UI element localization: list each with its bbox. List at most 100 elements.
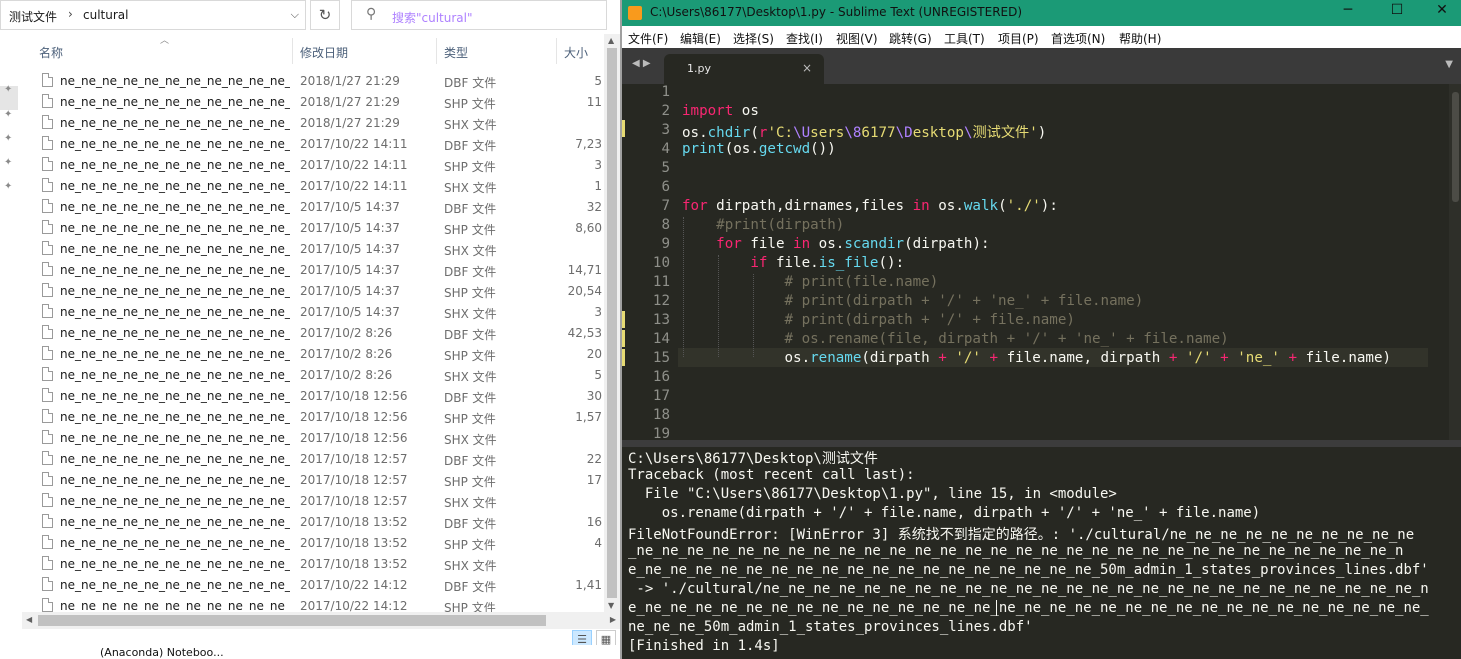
file-type: SHP 文件 <box>444 538 496 552</box>
maximize-icon[interactable]: ☐ <box>1387 2 1407 18</box>
column-divider[interactable] <box>436 38 437 64</box>
scrollbar-thumb[interactable] <box>607 48 617 598</box>
file-icon <box>42 157 53 171</box>
file-date: 2017/10/5 14:37 <box>300 242 400 256</box>
scroll-down-icon[interactable]: ▼ <box>608 601 614 610</box>
file-size: 5 <box>594 74 602 88</box>
table-row[interactable]: ne_ne_ne_ne_ne_ne_ne_ne_ne_ne_ne_ne_n...… <box>0 238 604 259</box>
table-row[interactable]: ne_ne_ne_ne_ne_ne_ne_ne_ne_ne_ne_ne_n...… <box>0 448 604 469</box>
tab-nav-arrows-icon[interactable]: ◀ ▶ <box>632 58 651 69</box>
table-row[interactable]: ne_ne_ne_ne_ne_ne_ne_ne_ne_ne_ne_ne_n...… <box>0 469 604 490</box>
menu-selection[interactable]: 选择(S) <box>733 30 774 47</box>
table-row[interactable]: ne_ne_ne_ne_ne_ne_ne_ne_ne_ne_ne_ne_n...… <box>0 112 604 133</box>
file-name: ne_ne_ne_ne_ne_ne_ne_ne_ne_ne_ne_ne_n... <box>60 431 290 445</box>
panel-separator[interactable] <box>622 440 1461 447</box>
file-type: DBF 文件 <box>444 202 497 216</box>
taskbar-item-label[interactable]: (Anaconda) Noteboo... <box>100 646 224 659</box>
breadcrumb-current[interactable]: cultural <box>83 8 128 22</box>
scroll-right-icon[interactable]: ▶ <box>610 615 616 624</box>
table-row[interactable]: ne_ne_ne_ne_ne_ne_ne_ne_ne_ne_ne_ne_n...… <box>0 322 604 343</box>
file-size: 16 <box>586 515 602 529</box>
table-row[interactable]: ne_ne_ne_ne_ne_ne_ne_ne_ne_ne_ne_ne_n...… <box>0 175 604 196</box>
code-line: import os <box>682 103 759 119</box>
table-row[interactable]: ne_ne_ne_ne_ne_ne_ne_ne_ne_ne_ne_ne_n...… <box>0 217 604 238</box>
table-row[interactable]: ne_ne_ne_ne_ne_ne_ne_ne_ne_ne_ne_ne_n...… <box>0 511 604 532</box>
file-name: ne_ne_ne_ne_ne_ne_ne_ne_ne_ne_ne_ne_n... <box>60 116 290 130</box>
file-name: ne_ne_ne_ne_ne_ne_ne_ne_ne_ne_ne_ne_n... <box>60 536 290 550</box>
table-row[interactable]: ne_ne_ne_ne_ne_ne_ne_ne_ne_ne_ne_ne_n...… <box>0 133 604 154</box>
scroll-left-icon[interactable]: ◀ <box>26 615 32 624</box>
file-type: SHX 文件 <box>444 496 497 510</box>
table-row[interactable]: ne_ne_ne_ne_ne_ne_ne_ne_ne_ne_ne_ne_n...… <box>0 196 604 217</box>
column-size-header[interactable]: 大小 <box>564 44 588 61</box>
menu-goto[interactable]: 跳转(G) <box>889 30 932 47</box>
close-tab-icon[interactable]: × <box>802 61 812 75</box>
line-number: 6 <box>661 179 670 195</box>
scrollbar-thumb[interactable] <box>38 615 546 626</box>
breadcrumb-parent[interactable]: 测试文件 <box>9 8 57 25</box>
horizontal-scrollbar[interactable]: ◀ ▶ <box>22 612 620 629</box>
menu-preferences[interactable]: 首选项(N) <box>1051 30 1105 47</box>
menu-file[interactable]: 文件(F) <box>628 30 668 47</box>
tab-bar: ◀ ▶ 1.py × ▼ <box>622 48 1461 84</box>
scrollbar-thumb[interactable] <box>1452 92 1459 202</box>
refresh-button[interactable]: ↻ <box>310 0 340 30</box>
chevron-down-icon[interactable]: ⌵ <box>291 8 299 22</box>
scroll-up-icon[interactable]: ▲ <box>608 36 614 45</box>
column-divider[interactable] <box>556 38 557 64</box>
menu-find[interactable]: 查找(I) <box>786 30 823 47</box>
search-placeholder: 搜索"cultural" <box>392 11 473 25</box>
sublime-logo-icon <box>628 6 642 20</box>
column-name-header[interactable]: 名称 <box>39 44 63 61</box>
table-row[interactable]: ne_ne_ne_ne_ne_ne_ne_ne_ne_ne_ne_ne_n...… <box>0 427 604 448</box>
column-type-header[interactable]: 类型 <box>444 44 468 61</box>
menu-project[interactable]: 项目(P) <box>998 30 1039 47</box>
table-row[interactable]: ne_ne_ne_ne_ne_ne_ne_ne_ne_ne_ne_ne_n...… <box>0 364 604 385</box>
table-row[interactable]: ne_ne_ne_ne_ne_ne_ne_ne_ne_ne_ne_ne_n...… <box>0 385 604 406</box>
column-date-header[interactable]: 修改日期 <box>300 44 348 61</box>
file-name: ne_ne_ne_ne_ne_ne_ne_ne_ne_ne_ne_ne_n... <box>60 305 290 319</box>
table-row[interactable]: ne_ne_ne_ne_ne_ne_ne_ne_ne_ne_ne_ne_n...… <box>0 280 604 301</box>
file-type: SHX 文件 <box>444 370 497 384</box>
table-row[interactable]: ne_ne_ne_ne_ne_ne_ne_ne_ne_ne_ne_ne_n...… <box>0 259 604 280</box>
build-output-panel[interactable]: C:\Users\86177\Desktop\测试文件 Traceback (mo… <box>622 447 1461 659</box>
tab-list-dropdown-icon[interactable]: ▼ <box>1445 59 1453 70</box>
menu-help[interactable]: 帮助(H) <box>1119 30 1161 47</box>
modified-line-marker <box>622 330 625 347</box>
menu-edit[interactable]: 编辑(E) <box>680 30 721 47</box>
vertical-scrollbar[interactable]: ▲ ▼ <box>604 34 620 612</box>
title-bar[interactable]: C:\Users\86177\Desktop\1.py - Sublime Te… <box>622 0 1461 26</box>
table-row[interactable]: ne_ne_ne_ne_ne_ne_ne_ne_ne_ne_ne_ne_n...… <box>0 70 604 91</box>
menu-tools[interactable]: 工具(T) <box>944 30 985 47</box>
table-row[interactable]: ne_ne_ne_ne_ne_ne_ne_ne_ne_ne_ne_ne_n...… <box>0 553 604 574</box>
code-editor[interactable]: 1 2 3 4 5 6 7 8 9 10 11 12 13 14 15 16 17 18 19 import os … <box>622 84 1461 440</box>
line-number: 17 <box>652 388 670 404</box>
address-bar[interactable]: 测试文件 › cultural ⌵ <box>0 0 306 30</box>
search-input[interactable]: ⚲ 搜索"cultural" <box>351 0 607 30</box>
tab-1py[interactable]: 1.py × <box>664 54 824 84</box>
file-type: SHX 文件 <box>444 118 497 132</box>
code-line: # print(file.name) <box>784 274 939 290</box>
table-row[interactable]: ne_ne_ne_ne_ne_ne_ne_ne_ne_ne_ne_ne_n...… <box>0 343 604 364</box>
column-divider[interactable] <box>292 38 293 64</box>
refresh-icon: ↻ <box>318 6 332 24</box>
table-row[interactable]: ne_ne_ne_ne_ne_ne_ne_ne_ne_ne_ne_ne_n...… <box>0 532 604 553</box>
table-row[interactable]: ne_ne_ne_ne_ne_ne_ne_ne_ne_ne_ne_ne_n...… <box>0 154 604 175</box>
file-type: SHP 文件 <box>444 223 496 237</box>
close-icon[interactable]: ✕ <box>1432 2 1452 18</box>
file-date: 2017/10/18 12:56 <box>300 389 408 403</box>
file-icon <box>42 115 53 129</box>
modified-line-marker <box>622 311 625 328</box>
editor-scrollbar[interactable] <box>1449 84 1461 440</box>
table-row[interactable]: ne_ne_ne_ne_ne_ne_ne_ne_ne_ne_ne_ne_n...… <box>0 406 604 427</box>
table-row[interactable]: ne_ne_ne_ne_ne_ne_ne_ne_ne_ne_ne_ne_n...… <box>0 490 604 511</box>
minimize-icon[interactable]: ─ <box>1338 2 1358 18</box>
table-row[interactable]: ne_ne_ne_ne_ne_ne_ne_ne_ne_ne_ne_ne_n...… <box>0 574 604 595</box>
menu-view[interactable]: 视图(V) <box>836 30 878 47</box>
table-row[interactable]: ne_ne_ne_ne_ne_ne_ne_ne_ne_ne_ne_ne_n...… <box>0 301 604 322</box>
breadcrumb-separator-icon[interactable]: › <box>68 7 73 21</box>
table-row[interactable]: ne_ne_ne_ne_ne_ne_ne_ne_ne_ne_ne_ne_n...… <box>0 595 604 612</box>
modified-line-marker <box>622 120 625 137</box>
search-icon: ⚲ <box>366 6 377 22</box>
table-row[interactable]: ne_ne_ne_ne_ne_ne_ne_ne_ne_ne_ne_ne_n...… <box>0 91 604 112</box>
